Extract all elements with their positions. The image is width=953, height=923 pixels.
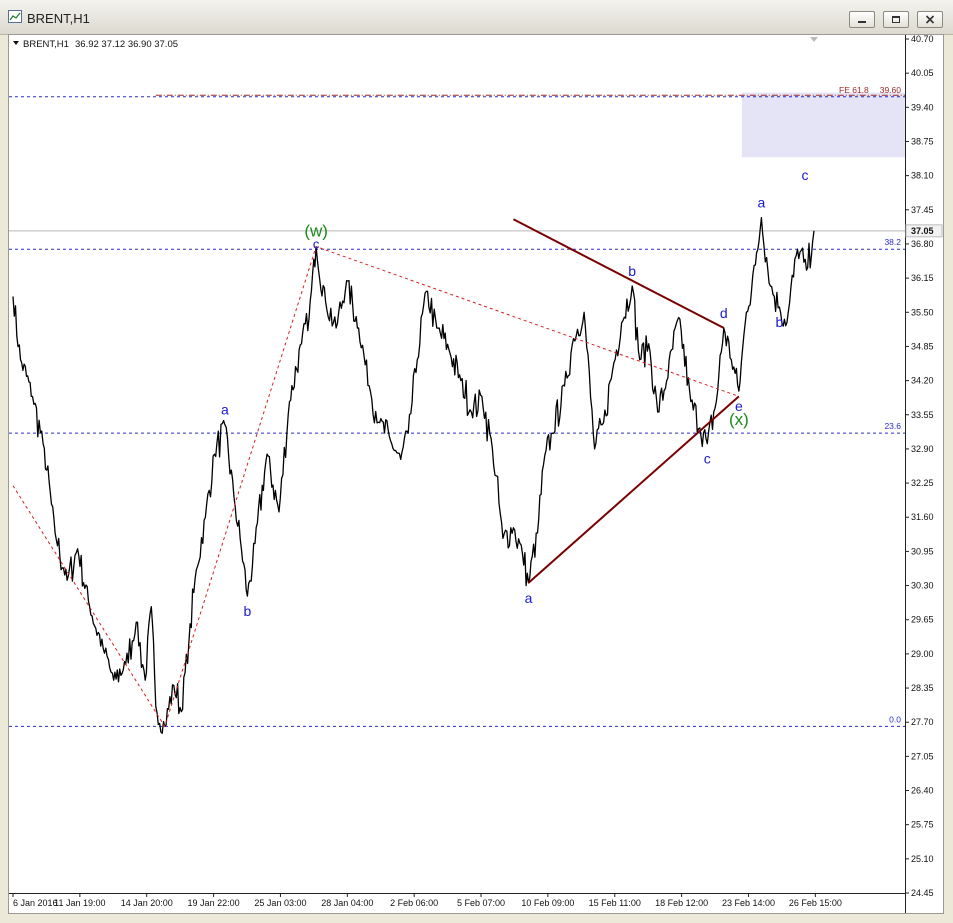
window-titlebar: BRENT,H1 bbox=[0, 0, 953, 35]
close-icon bbox=[918, 12, 942, 27]
close-button[interactable] bbox=[917, 11, 943, 28]
restore-icon bbox=[884, 12, 908, 27]
y-tick-label: 40.05 bbox=[911, 68, 934, 78]
wave-label: d bbox=[720, 305, 728, 321]
x-tick-label: 11 Jan 19:00 bbox=[54, 898, 105, 908]
y-tick-label: 39.40 bbox=[911, 102, 934, 112]
wave-label: a bbox=[221, 402, 229, 418]
x-tick-label: 19 Jan 22:00 bbox=[188, 898, 240, 908]
x-tick-label: 23 Feb 14:00 bbox=[722, 898, 775, 908]
fe-level-value: 39.60 bbox=[880, 85, 902, 95]
wave-label: b bbox=[244, 603, 252, 619]
fib-level-label: 23.6 bbox=[884, 421, 901, 431]
y-tick-label: 28.35 bbox=[911, 683, 934, 693]
y-tick-label: 27.70 bbox=[911, 717, 934, 727]
x-tick-label: 14 Jan 20:00 bbox=[121, 898, 173, 908]
y-tick-label: 30.30 bbox=[911, 581, 934, 591]
y-tick-label: 40.70 bbox=[911, 35, 934, 44]
y-tick-label: 34.85 bbox=[911, 341, 934, 351]
y-tick-label: 37.45 bbox=[911, 205, 934, 215]
y-tick-label: 33.55 bbox=[911, 410, 934, 420]
x-tick-label: 28 Jan 04:00 bbox=[321, 898, 373, 908]
x-tick-label: 5 Feb 07:00 bbox=[457, 898, 505, 908]
y-tick-label: 30.95 bbox=[911, 546, 934, 556]
x-tick-label: 25 Jan 03:00 bbox=[254, 898, 306, 908]
chart-window[interactable]: 0.0 23.6 38.2 FE 61.8 39.60 (w) c a b a b c d e (x) a b… bbox=[8, 34, 944, 914]
chart-symbol: BRENT,H1 bbox=[23, 39, 69, 50]
wave-label: b bbox=[776, 314, 784, 330]
wave-label: c bbox=[704, 451, 711, 467]
fe-level-label: FE 61.8 bbox=[839, 85, 869, 95]
minimize-icon bbox=[850, 12, 874, 27]
x-tick-label: 26 Feb 15:00 bbox=[789, 898, 842, 908]
y-tick-label: 25.75 bbox=[911, 820, 934, 830]
y-tick-label: 29.65 bbox=[911, 615, 934, 625]
wave-label: b bbox=[628, 263, 636, 279]
y-tick-label: 38.75 bbox=[911, 136, 934, 146]
y-tick-label: 24.45 bbox=[911, 888, 934, 898]
x-tick-label: 2 Feb 06:00 bbox=[390, 898, 438, 908]
y-tick-label: 35.50 bbox=[911, 307, 934, 317]
restore-button[interactable] bbox=[883, 11, 909, 28]
plot-area[interactable] bbox=[9, 35, 905, 893]
y-tick-label: 32.90 bbox=[911, 444, 934, 454]
y-tick-label: 26.40 bbox=[911, 786, 934, 796]
price-chart[interactable]: 0.023.638.2FE 61.8 39.60 (w)cababcde(x)ab… bbox=[9, 35, 943, 913]
chart-window-icon bbox=[8, 10, 22, 23]
fib-level-label: 0.0 bbox=[889, 714, 901, 724]
y-tick-label: 29.00 bbox=[911, 649, 934, 659]
wave-label: (x) bbox=[729, 410, 749, 429]
y-tick-label: 25.10 bbox=[911, 854, 934, 864]
y-tick-label: 36.15 bbox=[911, 273, 934, 283]
fib-level-label: 38.2 bbox=[884, 237, 901, 247]
y-tick-label: 36.80 bbox=[911, 239, 934, 249]
ohlc-readout: 36.92 37.12 36.90 37.05 bbox=[75, 39, 178, 50]
minimize-button[interactable] bbox=[849, 11, 875, 28]
x-tick-label: 15 Feb 11:00 bbox=[589, 898, 641, 908]
wave-label: a bbox=[525, 590, 533, 606]
target-zone bbox=[741, 92, 905, 158]
wave-label: c bbox=[801, 167, 808, 183]
y-tick-label: 34.20 bbox=[911, 376, 934, 386]
x-tick-label: 6 Jan 2016 bbox=[13, 898, 58, 908]
window-title: BRENT,H1 bbox=[27, 11, 90, 26]
x-tick-label: 10 Feb 09:00 bbox=[521, 898, 574, 908]
y-tick-label: 27.05 bbox=[911, 751, 934, 761]
wave-label: a bbox=[758, 195, 766, 211]
wave-label: c bbox=[313, 237, 320, 252]
current-price-label: 37.05 bbox=[911, 226, 934, 236]
y-tick-label: 31.60 bbox=[911, 512, 934, 522]
y-tick-label: 38.10 bbox=[911, 171, 934, 181]
x-tick-label: 18 Feb 12:00 bbox=[655, 898, 708, 908]
y-tick-label: 32.25 bbox=[911, 478, 934, 488]
